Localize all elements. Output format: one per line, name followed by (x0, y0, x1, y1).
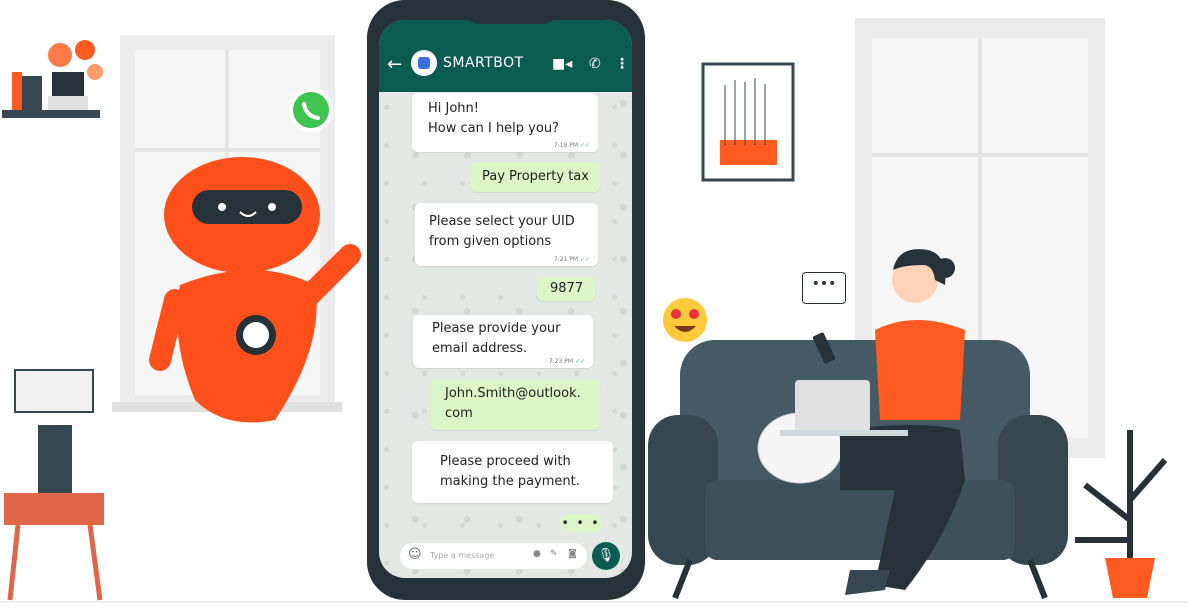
camera-icon[interactable]: ◙ (568, 549, 577, 559)
video-camera-icon[interactable]: ■◂ (552, 56, 572, 72)
message-outgoing: Pay Property tax (470, 162, 600, 192)
typing-indicator: • • • (560, 514, 602, 532)
phone-notch (465, 0, 557, 24)
message-text: 9877 (550, 281, 584, 296)
message-text: Please select your UID (429, 214, 575, 229)
message-text: Please proceed with (440, 454, 571, 469)
chat-screen: ← SMARTBOT ■◂ ✆ ⋮ Hi John! How can I help… (379, 20, 632, 578)
message-text: Hi John! (428, 101, 479, 116)
microphone-icon[interactable]: 🎙 (592, 542, 620, 570)
message-text: making the payment. (440, 474, 580, 489)
message-text: from given options (429, 234, 552, 249)
message-time: 7:19 PM ✓✓ (553, 142, 590, 149)
message-text: Please provide your (432, 321, 561, 336)
message-outgoing: 9877 (537, 277, 595, 301)
payment-icon[interactable]: ● (533, 549, 541, 559)
message-outgoing: John.Smith@outlook. com (430, 380, 600, 430)
message-incoming: Hi John! How can I help you? 7:19 PM ✓✓ (412, 93, 598, 152)
message-time: 7:21 PM ✓✓ (553, 256, 590, 263)
contact-name[interactable]: SMARTBOT (443, 55, 524, 71)
bot-avatar[interactable] (411, 50, 437, 76)
phone: ← SMARTBOT ■◂ ✆ ⋮ Hi John! How can I help… (367, 0, 645, 600)
message-text: com (445, 406, 473, 421)
message-time: 7:23 PM ✓✓ (548, 358, 585, 365)
wall-picture (701, 62, 795, 182)
message-text: How can I help you? (428, 121, 559, 136)
message-placeholder: Type a message (430, 551, 495, 560)
message-incoming: Please proceed with making the payment. (412, 441, 613, 503)
message-incoming: Please provide your email address. 7:23 P… (413, 315, 593, 368)
emoji-icon[interactable]: ☺ (408, 547, 422, 562)
arrow-left-icon[interactable]: ← (387, 54, 402, 75)
more-vertical-icon[interactable]: ⋮ (615, 56, 629, 72)
message-text: email address. (432, 341, 528, 356)
heart-eyes-emoji (663, 298, 707, 342)
message-input[interactable]: ☺ Type a message ● ✎ ◙ (400, 543, 587, 569)
paperclip-icon[interactable]: ✎ (550, 549, 558, 559)
illustration: ••• ← SMARTBOT ■◂ ✆ ⋮ Hi John! How can I … (0, 0, 1188, 608)
message-text: John.Smith@outlook. (445, 386, 581, 401)
shelf-with-plant (2, 40, 103, 118)
chat-header: ← SMARTBOT ■◂ ✆ ⋮ (379, 20, 632, 92)
message-incoming: Please select your UID from given options… (415, 203, 598, 266)
message-text: Pay Property tax (482, 169, 589, 184)
whatsapp-logo (289, 88, 333, 132)
typing-speech-bubble: ••• (802, 272, 846, 304)
phone-icon[interactable]: ✆ (589, 56, 601, 72)
lamp-and-table (4, 369, 104, 601)
